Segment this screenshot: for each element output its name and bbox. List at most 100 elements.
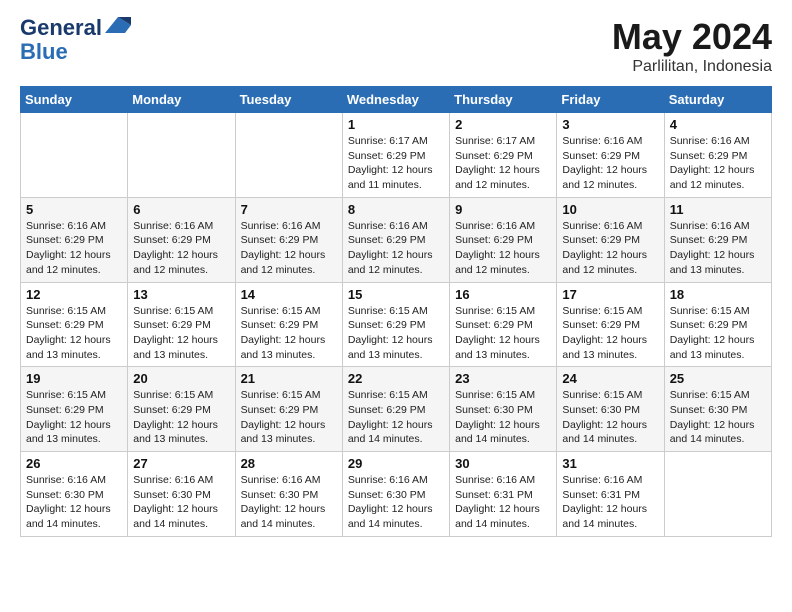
- header-row: Sunday Monday Tuesday Wednesday Thursday…: [21, 87, 772, 113]
- day-number: 10: [562, 202, 658, 217]
- day-number: 15: [348, 287, 444, 302]
- day-info: Sunrise: 6:16 AM Sunset: 6:30 PM Dayligh…: [133, 473, 229, 532]
- day-number: 6: [133, 202, 229, 217]
- calendar-cell: 10 Sunrise: 6:16 AM Sunset: 6:29 PM Dayli…: [557, 197, 664, 282]
- col-tuesday: Tuesday: [235, 87, 342, 113]
- calendar-cell: 7 Sunrise: 6:16 AM Sunset: 6:29 PM Daylig…: [235, 197, 342, 282]
- day-info: Sunrise: 6:15 AM Sunset: 6:29 PM Dayligh…: [241, 304, 337, 363]
- calendar-cell: 3 Sunrise: 6:16 AM Sunset: 6:29 PM Daylig…: [557, 113, 664, 198]
- calendar-cell: 2 Sunrise: 6:17 AM Sunset: 6:29 PM Daylig…: [450, 113, 557, 198]
- calendar-cell: [664, 452, 771, 537]
- calendar-cell: 5 Sunrise: 6:16 AM Sunset: 6:29 PM Daylig…: [21, 197, 128, 282]
- day-info: Sunrise: 6:16 AM Sunset: 6:29 PM Dayligh…: [348, 219, 444, 278]
- calendar-cell: 27 Sunrise: 6:16 AM Sunset: 6:30 PM Dayli…: [128, 452, 235, 537]
- day-info: Sunrise: 6:16 AM Sunset: 6:29 PM Dayligh…: [562, 134, 658, 193]
- calendar-header: Sunday Monday Tuesday Wednesday Thursday…: [21, 87, 772, 113]
- day-number: 1: [348, 117, 444, 132]
- header: General Blue May 2024 Parlilitan, Indone…: [20, 16, 772, 76]
- calendar-cell: 17 Sunrise: 6:15 AM Sunset: 6:29 PM Dayli…: [557, 282, 664, 367]
- day-info: Sunrise: 6:15 AM Sunset: 6:29 PM Dayligh…: [26, 388, 122, 447]
- day-info: Sunrise: 6:16 AM Sunset: 6:29 PM Dayligh…: [455, 219, 551, 278]
- day-info: Sunrise: 6:17 AM Sunset: 6:29 PM Dayligh…: [455, 134, 551, 193]
- day-info: Sunrise: 6:15 AM Sunset: 6:29 PM Dayligh…: [26, 304, 122, 363]
- day-info: Sunrise: 6:16 AM Sunset: 6:29 PM Dayligh…: [26, 219, 122, 278]
- day-number: 12: [26, 287, 122, 302]
- calendar-week-1: 1 Sunrise: 6:17 AM Sunset: 6:29 PM Daylig…: [21, 113, 772, 198]
- day-info: Sunrise: 6:16 AM Sunset: 6:29 PM Dayligh…: [670, 219, 766, 278]
- calendar-cell: 20 Sunrise: 6:15 AM Sunset: 6:29 PM Dayli…: [128, 367, 235, 452]
- page: General Blue May 2024 Parlilitan, Indone…: [0, 0, 792, 612]
- day-number: 4: [670, 117, 766, 132]
- calendar-week-3: 12 Sunrise: 6:15 AM Sunset: 6:29 PM Dayli…: [21, 282, 772, 367]
- calendar-cell: 19Sunrise: 6:15 AM Sunset: 6:29 PM Dayli…: [21, 367, 128, 452]
- day-number: 21: [241, 371, 337, 386]
- day-info: Sunrise: 6:15 AM Sunset: 6:29 PM Dayligh…: [670, 304, 766, 363]
- day-number: 7: [241, 202, 337, 217]
- calendar-cell: 12 Sunrise: 6:15 AM Sunset: 6:29 PM Dayli…: [21, 282, 128, 367]
- day-number: 29: [348, 456, 444, 471]
- calendar-cell: 31Sunrise: 6:16 AM Sunset: 6:31 PM Dayli…: [557, 452, 664, 537]
- calendar-cell: 26 Sunrise: 6:16 AM Sunset: 6:30 PM Dayli…: [21, 452, 128, 537]
- day-info: Sunrise: 6:16 AM Sunset: 6:30 PM Dayligh…: [26, 473, 122, 532]
- day-info: Sunrise: 6:15 AM Sunset: 6:29 PM Dayligh…: [133, 304, 229, 363]
- day-info: Sunrise: 6:15 AM Sunset: 6:29 PM Dayligh…: [133, 388, 229, 447]
- calendar-cell: 14 Sunrise: 6:15 AM Sunset: 6:29 PM Dayli…: [235, 282, 342, 367]
- calendar-cell: [128, 113, 235, 198]
- logo: General Blue: [20, 16, 131, 64]
- day-number: 23: [455, 371, 551, 386]
- col-friday: Friday: [557, 87, 664, 113]
- day-info: Sunrise: 6:16 AM Sunset: 6:29 PM Dayligh…: [562, 219, 658, 278]
- calendar-cell: [21, 113, 128, 198]
- day-info: Sunrise: 6:15 AM Sunset: 6:29 PM Dayligh…: [348, 388, 444, 447]
- day-number: 27: [133, 456, 229, 471]
- calendar-body: 1 Sunrise: 6:17 AM Sunset: 6:29 PM Daylig…: [21, 113, 772, 537]
- col-sunday: Sunday: [21, 87, 128, 113]
- calendar-cell: 9Sunrise: 6:16 AM Sunset: 6:29 PM Daylig…: [450, 197, 557, 282]
- day-info: Sunrise: 6:16 AM Sunset: 6:29 PM Dayligh…: [241, 219, 337, 278]
- col-wednesday: Wednesday: [342, 87, 449, 113]
- day-info: Sunrise: 6:16 AM Sunset: 6:29 PM Dayligh…: [670, 134, 766, 193]
- main-title: May 2024: [612, 16, 772, 58]
- day-number: 5: [26, 202, 122, 217]
- calendar-cell: 28Sunrise: 6:16 AM Sunset: 6:30 PM Dayli…: [235, 452, 342, 537]
- day-number: 17: [562, 287, 658, 302]
- day-info: Sunrise: 6:15 AM Sunset: 6:29 PM Dayligh…: [455, 304, 551, 363]
- day-number: 18: [670, 287, 766, 302]
- day-number: 11: [670, 202, 766, 217]
- logo-icon: [105, 13, 131, 39]
- calendar-cell: 1Sunrise: 6:17 AM Sunset: 6:29 PM Daylig…: [342, 113, 449, 198]
- calendar-cell: 11 Sunrise: 6:16 AM Sunset: 6:29 PM Dayli…: [664, 197, 771, 282]
- day-number: 20: [133, 371, 229, 386]
- day-info: Sunrise: 6:15 AM Sunset: 6:29 PM Dayligh…: [348, 304, 444, 363]
- col-thursday: Thursday: [450, 87, 557, 113]
- calendar-cell: 4 Sunrise: 6:16 AM Sunset: 6:29 PM Daylig…: [664, 113, 771, 198]
- logo-general: General: [20, 16, 102, 40]
- calendar: Sunday Monday Tuesday Wednesday Thursday…: [20, 86, 772, 537]
- day-info: Sunrise: 6:15 AM Sunset: 6:29 PM Dayligh…: [562, 304, 658, 363]
- day-number: 3: [562, 117, 658, 132]
- calendar-week-2: 5 Sunrise: 6:16 AM Sunset: 6:29 PM Daylig…: [21, 197, 772, 282]
- day-number: 16: [455, 287, 551, 302]
- calendar-cell: 29Sunrise: 6:16 AM Sunset: 6:30 PM Dayli…: [342, 452, 449, 537]
- calendar-cell: 8Sunrise: 6:16 AM Sunset: 6:29 PM Daylig…: [342, 197, 449, 282]
- day-info: Sunrise: 6:16 AM Sunset: 6:31 PM Dayligh…: [562, 473, 658, 532]
- calendar-cell: 13Sunrise: 6:15 AM Sunset: 6:29 PM Dayli…: [128, 282, 235, 367]
- title-area: May 2024 Parlilitan, Indonesia: [612, 16, 772, 76]
- calendar-cell: 16 Sunrise: 6:15 AM Sunset: 6:29 PM Dayli…: [450, 282, 557, 367]
- subtitle: Parlilitan, Indonesia: [612, 58, 772, 76]
- calendar-cell: 24Sunrise: 6:15 AM Sunset: 6:30 PM Dayli…: [557, 367, 664, 452]
- day-number: 14: [241, 287, 337, 302]
- day-info: Sunrise: 6:15 AM Sunset: 6:30 PM Dayligh…: [562, 388, 658, 447]
- calendar-cell: [235, 113, 342, 198]
- calendar-cell: 15 Sunrise: 6:15 AM Sunset: 6:29 PM Dayli…: [342, 282, 449, 367]
- day-info: Sunrise: 6:15 AM Sunset: 6:29 PM Dayligh…: [241, 388, 337, 447]
- calendar-cell: 23Sunrise: 6:15 AM Sunset: 6:30 PM Dayli…: [450, 367, 557, 452]
- calendar-cell: 25Sunrise: 6:15 AM Sunset: 6:30 PM Dayli…: [664, 367, 771, 452]
- calendar-cell: 30Sunrise: 6:16 AM Sunset: 6:31 PM Dayli…: [450, 452, 557, 537]
- calendar-week-5: 26 Sunrise: 6:16 AM Sunset: 6:30 PM Dayli…: [21, 452, 772, 537]
- logo-blue: Blue: [20, 40, 68, 64]
- col-saturday: Saturday: [664, 87, 771, 113]
- day-number: 2: [455, 117, 551, 132]
- day-number: 30: [455, 456, 551, 471]
- day-number: 26: [26, 456, 122, 471]
